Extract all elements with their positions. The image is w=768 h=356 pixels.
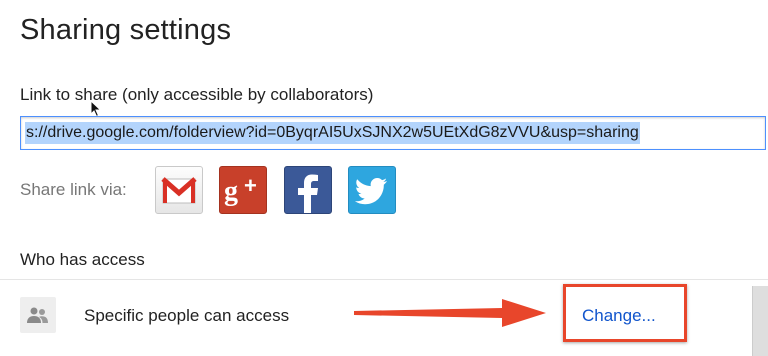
svg-text:g: g [224,176,238,207]
red-arrow-annotation [354,299,546,327]
share-link-url-text: s://drive.google.com/folderview?id=0Byqr… [25,122,640,144]
access-entry-row: Specific people can access Change... [0,279,768,356]
people-icon [20,297,56,333]
change-access-link[interactable]: Change... [582,306,656,326]
link-to-share-label: Link to share (only accessible by collab… [20,85,374,104]
who-has-access-label: Who has access [20,250,145,269]
dialog-title: Sharing settings [20,14,232,46]
sharing-settings-dialog: Sharing settings Link to share (only acc… [0,0,768,356]
twitter-icon [354,178,387,205]
share-link-via-label: Share link via: [20,180,127,199]
facebook-icon [298,174,318,213]
access-level-text: Specific people can access [84,306,290,325]
share-link-field[interactable]: s://drive.google.com/folderview?id=0Byqr… [20,116,766,150]
google-plus-icon: g + [224,173,257,207]
gmail-share-button[interactable] [155,166,203,214]
twitter-share-button[interactable] [348,166,396,214]
facebook-share-button[interactable] [284,166,332,214]
gmail-icon [161,177,197,204]
google-plus-share-button[interactable]: g + [219,166,267,214]
scrollbar[interactable] [752,286,768,356]
svg-text:+: + [244,173,257,198]
